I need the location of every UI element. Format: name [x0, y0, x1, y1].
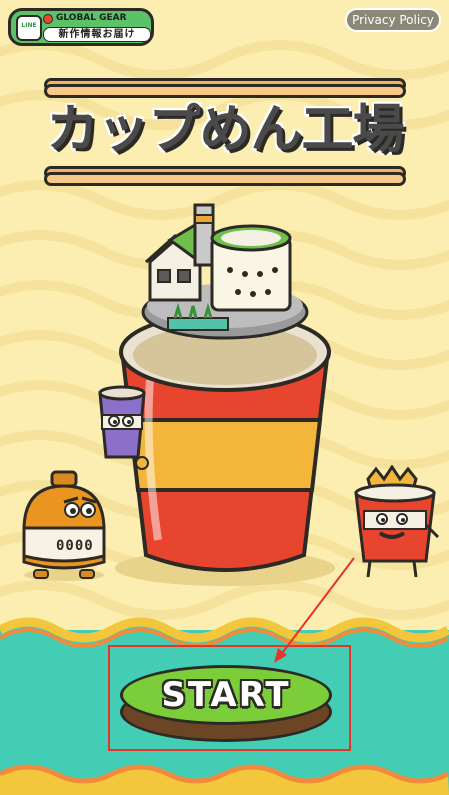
game-title: カップめん工場 — [46, 100, 404, 160]
orange-tank-character: 0000 — [14, 470, 114, 582]
privacy-policy-button[interactable]: Privacy Policy — [345, 8, 441, 32]
title-banner: カップめん工場 — [44, 78, 406, 188]
garden — [167, 317, 229, 331]
top-wave-border — [0, 617, 449, 648]
global-gear-logo-icon — [43, 14, 53, 24]
red-cup-king-character — [354, 465, 440, 578]
cup-yellow-band — [127, 418, 323, 492]
global-gear-brand: GLOBAL GEAR — [43, 13, 149, 26]
title-bar-bottom-inner — [44, 172, 406, 186]
bottom-wave-border — [0, 764, 449, 795]
tank-counter: 0000 — [56, 538, 94, 554]
news-subtitle: 新作情報お届け — [43, 27, 151, 42]
line-logo-icon: LINE — [16, 15, 42, 41]
line-news-badge[interactable]: LINE GLOBAL GEAR 新作情報お届け — [8, 8, 154, 46]
start-highlight-box — [108, 645, 351, 751]
purple-cup-character — [98, 385, 149, 470]
brand-label: GLOBAL GEAR — [56, 13, 127, 23]
